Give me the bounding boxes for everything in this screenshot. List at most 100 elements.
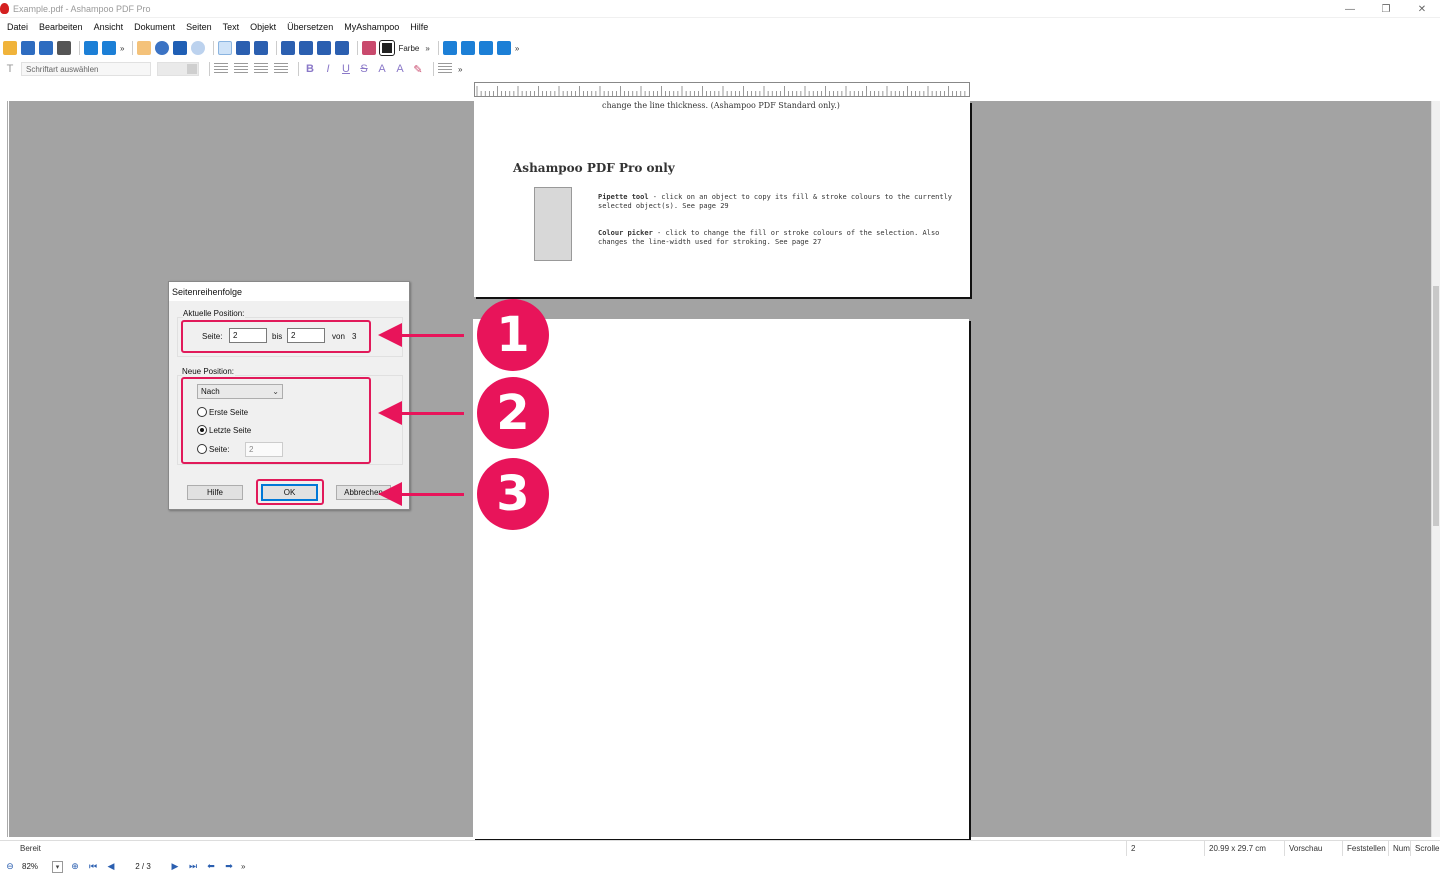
toolbar-divider: [276, 41, 278, 55]
window-controls: — ❐ ✕: [1332, 0, 1440, 18]
toolbar-more-1[interactable]: »: [120, 44, 124, 53]
page-indicator[interactable]: 2 / 3: [123, 860, 163, 873]
toolbar-more-2[interactable]: »: [425, 44, 429, 53]
menu-hilfe[interactable]: Hilfe: [410, 22, 428, 32]
step-badge-3: 3: [477, 458, 549, 530]
arrow-1-icon: [378, 323, 464, 347]
toolbar-more-4[interactable]: »: [458, 65, 462, 74]
scan-icon[interactable]: [102, 41, 116, 55]
nav-more[interactable]: »: [241, 862, 245, 871]
toolbar-divider: [298, 62, 299, 76]
strikethrough-icon[interactable]: S: [357, 62, 371, 76]
pdf-page-1[interactable]: change the line thickness. (Ashampoo PDF…: [474, 101, 970, 297]
align-center-icon[interactable]: [234, 63, 248, 75]
last-page-icon[interactable]: ⏭: [187, 861, 199, 873]
page-section-title: Ashampoo PDF Pro only: [513, 161, 675, 175]
zoom-out-icon[interactable]: ⊖: [4, 861, 16, 873]
current-position-legend: Aktuelle Position:: [183, 309, 246, 318]
zoom-icon[interactable]: [155, 41, 170, 55]
image-frame-icon[interactable]: [317, 41, 332, 55]
forward-icon[interactable]: ➡: [223, 861, 235, 873]
tool-name-pipette: Pipette tool: [598, 193, 649, 201]
add-text-icon[interactable]: [236, 41, 251, 55]
font-select[interactable]: Schriftart auswählen: [21, 62, 151, 76]
bold-icon[interactable]: B: [303, 62, 317, 76]
subscript-icon[interactable]: A: [393, 62, 407, 76]
tool-text-pipette: - click on an object to copy its fill & …: [598, 193, 953, 210]
scrollbar-thumb[interactable]: [1433, 286, 1439, 526]
toolbar-divider: [433, 62, 434, 76]
menu-dokument[interactable]: Dokument: [134, 22, 175, 32]
back-icon[interactable]: ⬅: [205, 861, 217, 873]
hand-tool-icon[interactable]: [137, 41, 152, 55]
horizontal-ruler: [474, 82, 970, 97]
menu-bearbeiten[interactable]: Bearbeiten: [39, 22, 83, 32]
align-justify-icon[interactable]: [274, 63, 288, 75]
rotate-icon[interactable]: [191, 41, 206, 55]
menu-text[interactable]: Text: [223, 22, 240, 32]
tool-name-colour-picker: Colour picker: [598, 229, 653, 237]
status-caps-lock: Feststellen: [1342, 840, 1388, 856]
restore-button[interactable]: ❐: [1368, 0, 1404, 18]
print-icon[interactable]: [57, 41, 71, 55]
font-size-select[interactable]: [157, 62, 199, 76]
bezier-icon[interactable]: [335, 41, 350, 55]
save-as-icon[interactable]: [39, 41, 53, 55]
toolbar-divider: [213, 41, 215, 55]
colour-label[interactable]: Farbe: [398, 44, 419, 53]
menu-ansicht[interactable]: Ansicht: [94, 22, 124, 32]
zoom-dropdown-icon[interactable]: ▾: [52, 860, 63, 873]
colour-picker-icon[interactable]: [379, 40, 396, 56]
pipette-icon[interactable]: [362, 41, 377, 55]
save-icon[interactable]: [21, 41, 35, 55]
tool-description-pipette: Pipette tool - click on an object to cop…: [598, 193, 958, 211]
title-bar: Example.pdf - Ashampoo PDF Pro — ❐ ✕: [0, 0, 1440, 18]
page-add-icon[interactable]: [460, 41, 475, 55]
line-spacing-icon[interactable]: [438, 63, 452, 75]
menu-objekt[interactable]: Objekt: [250, 22, 276, 32]
highlight-current-position: [181, 320, 371, 353]
document-icon[interactable]: [84, 41, 98, 55]
format-toolbar: T Schriftart auswählen B I U S A A ✎ »: [0, 60, 1440, 78]
close-button[interactable]: ✕: [1404, 0, 1440, 18]
align-left-icon[interactable]: [214, 63, 228, 75]
app-logo-icon: [0, 3, 9, 14]
pdf-page-2[interactable]: [473, 319, 969, 839]
next-page-icon[interactable]: ▶: [169, 861, 181, 873]
menu-myashampoo[interactable]: MyAshampoo: [344, 22, 399, 32]
link-icon[interactable]: [299, 41, 314, 55]
navigation-bar: ⊖ 82% ▾ ⊕ ⏮ ◀ 2 / 3 ▶ ⏭ ⬅ ➡ »: [0, 857, 1440, 876]
menu-seiten[interactable]: Seiten: [186, 22, 212, 32]
menu-bar: Datei Bearbeiten Ansicht Dokument Seiten…: [0, 19, 1440, 35]
superscript-icon[interactable]: A: [375, 62, 389, 76]
minimize-button[interactable]: —: [1332, 0, 1368, 18]
menu-datei[interactable]: Datei: [7, 22, 28, 32]
italic-icon[interactable]: I: [321, 62, 335, 76]
crop-icon[interactable]: [281, 41, 296, 55]
text-tool-icon[interactable]: [218, 41, 233, 55]
vertical-scrollbar[interactable]: [1431, 101, 1440, 837]
menu-uebersetzen[interactable]: Übersetzen: [287, 22, 333, 32]
text-color-icon[interactable]: ✎: [411, 62, 425, 76]
open-folder-icon[interactable]: [3, 41, 17, 55]
arrow-2-icon: [378, 401, 464, 425]
tool-illustration: [534, 187, 572, 261]
zoom-level[interactable]: 82%: [22, 860, 48, 873]
page-delete-icon[interactable]: [496, 41, 511, 55]
align-right-icon[interactable]: [254, 63, 268, 75]
toolbar-divider: [357, 41, 359, 55]
insert-page-icon[interactable]: [442, 41, 457, 55]
toolbar-more-3[interactable]: »: [515, 44, 519, 53]
status-scroll-lock: Scrolle: [1410, 840, 1440, 856]
first-page-icon[interactable]: ⏮: [87, 861, 99, 873]
help-button[interactable]: Hilfe: [187, 485, 243, 500]
page-move-icon[interactable]: [478, 41, 493, 55]
highlight-new-position: [181, 377, 371, 464]
toolbar-divider: [209, 62, 210, 76]
select-pointer-icon[interactable]: [173, 41, 188, 55]
text-position-icon[interactable]: [254, 41, 269, 55]
zoom-in-icon[interactable]: ⊕: [69, 861, 81, 873]
underline-icon[interactable]: U: [339, 62, 353, 76]
arrow-3-icon: [378, 482, 464, 506]
previous-page-icon[interactable]: ◀: [105, 861, 117, 873]
